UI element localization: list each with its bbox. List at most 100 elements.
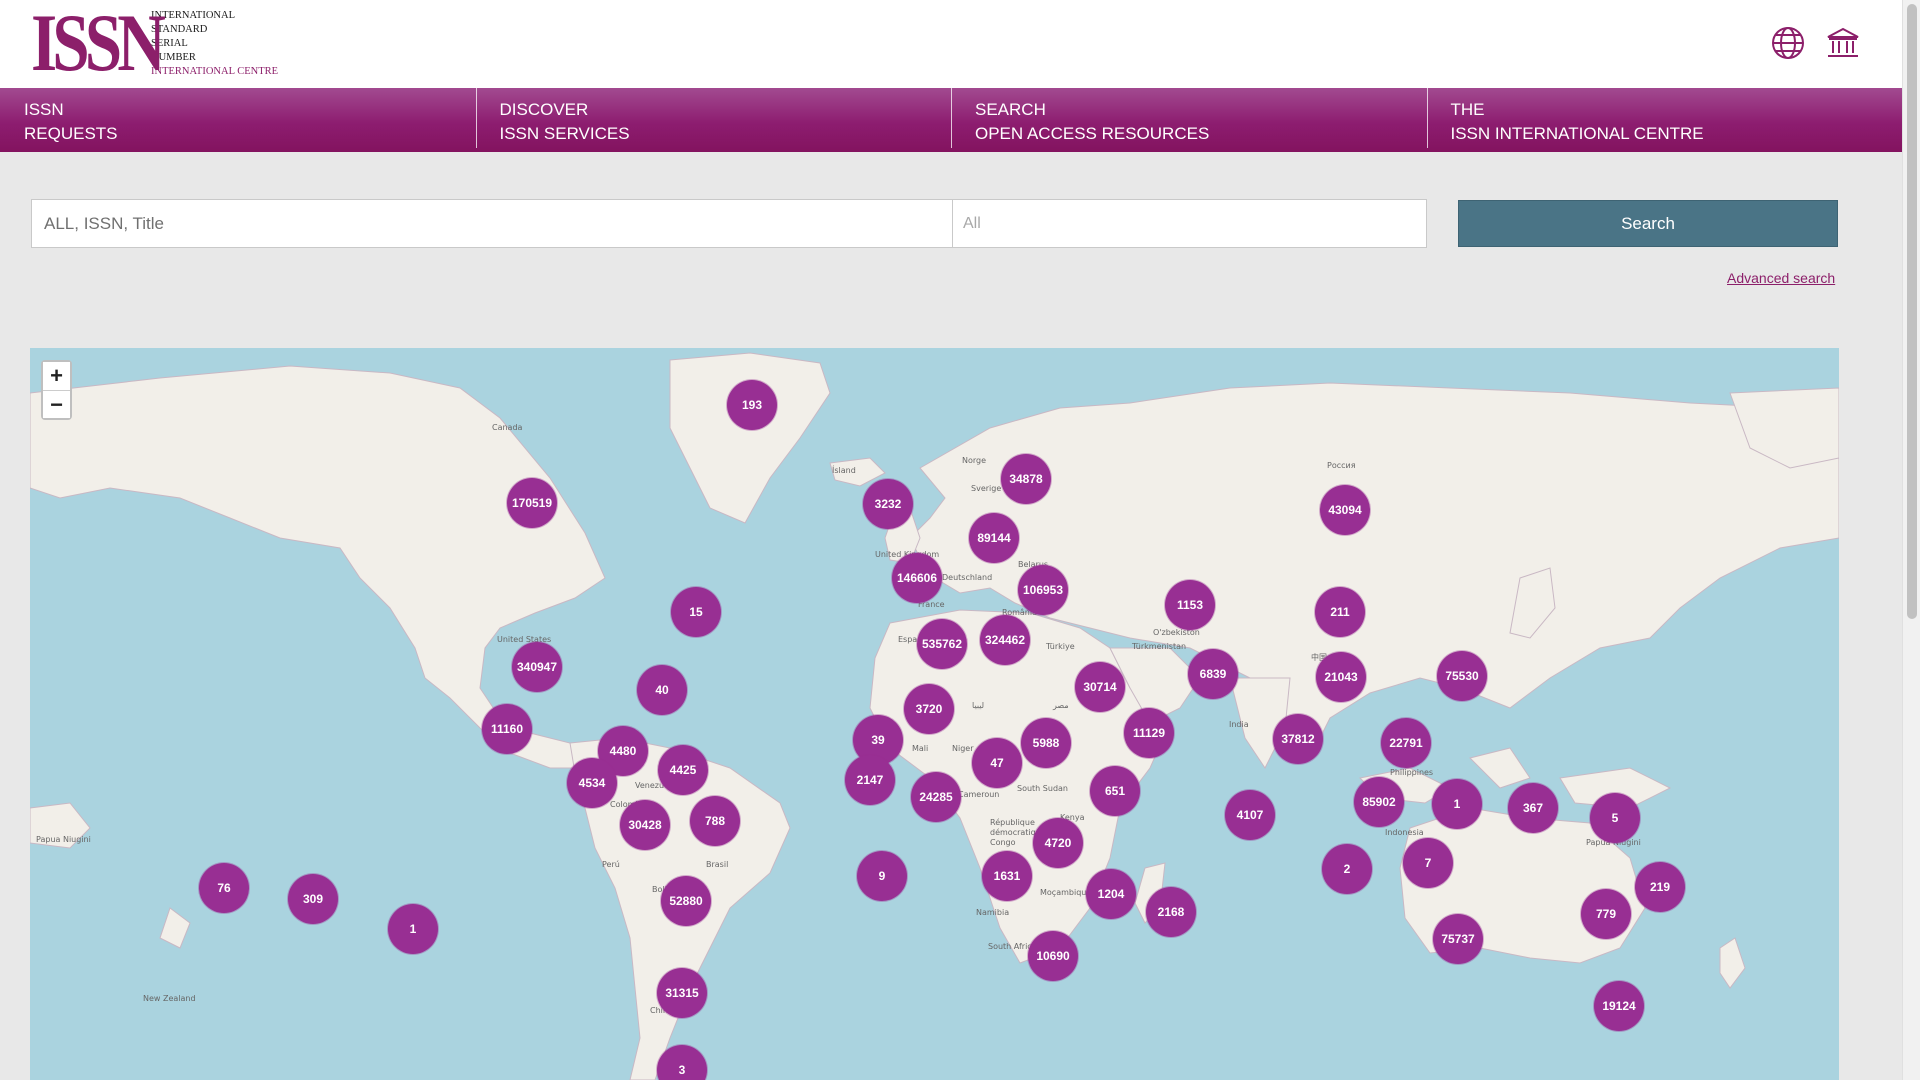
map-cluster-marker[interactable]: 22791 [1381, 718, 1431, 768]
map-cluster-marker[interactable]: 76 [199, 863, 249, 913]
map-cluster-marker[interactable]: 2 [1322, 844, 1372, 894]
map-cluster-marker[interactable]: 219 [1635, 862, 1685, 912]
map-cluster-marker[interactable]: 651 [1090, 766, 1140, 816]
zoom-in-button[interactable]: + [43, 362, 70, 390]
map-label: Россия [1327, 461, 1356, 470]
map-cluster-marker[interactable]: 788 [690, 796, 740, 846]
map-cluster-marker[interactable]: 193 [727, 380, 777, 430]
scrollbar-thumb[interactable] [1907, 4, 1917, 619]
institution-icon[interactable] [1826, 26, 1860, 60]
map-cluster-marker[interactable]: 31315 [657, 968, 707, 1018]
logo-text: INTERNATIONAL STANDARD SERIAL NUMBER INT… [151, 9, 278, 79]
map-label: Mali [912, 744, 929, 753]
logo-mark: ISSN [31, 0, 166, 88]
map-cluster-marker[interactable]: 34878 [1001, 454, 1051, 504]
map-cluster-marker[interactable]: 9 [857, 851, 907, 901]
map-label: Philippines [1390, 768, 1434, 777]
map-cluster-marker[interactable]: 15 [671, 587, 721, 637]
map-cluster-marker[interactable]: 1153 [1165, 580, 1215, 630]
map-cluster-marker[interactable]: 5988 [1021, 718, 1071, 768]
map-label: Moçambique [1040, 888, 1092, 897]
logo-line: INTERNATIONAL [151, 10, 235, 21]
map-label: Canada [492, 423, 523, 432]
map-label: Namibia [976, 908, 1010, 917]
nav-label: SEARCH [975, 100, 1046, 119]
map-cluster-marker[interactable]: 340947 [512, 642, 562, 692]
map-cluster-marker[interactable]: 5 [1590, 793, 1640, 843]
map-cluster-marker[interactable]: 2147 [845, 755, 895, 805]
map-cluster-marker[interactable]: 535762 [917, 619, 967, 669]
nav-label: REQUESTS [24, 124, 118, 143]
nav-discover-services[interactable]: DISCOVER ISSN SERVICES [475, 88, 952, 152]
map-cluster-marker[interactable]: 4425 [658, 745, 708, 795]
map-cluster-marker[interactable]: 52880 [661, 876, 711, 926]
map-cluster-marker[interactable]: 85902 [1354, 777, 1404, 827]
map-cluster-marker[interactable]: 47 [972, 738, 1022, 788]
nav-label: DISCOVER [499, 100, 589, 119]
map-cluster-marker[interactable]: 1 [1432, 779, 1482, 829]
map-label: Deutschland [942, 573, 993, 582]
map-cluster-marker[interactable]: 75530 [1437, 651, 1487, 701]
map-label: New Zealand [143, 994, 196, 1003]
search-filter-field[interactable] [953, 200, 1426, 247]
map-label: Ísland [832, 466, 856, 475]
logo-line: NUMBER [151, 52, 196, 63]
map-cluster-marker[interactable]: 6839 [1188, 649, 1238, 699]
map-cluster-marker[interactable]: 19124 [1594, 981, 1644, 1031]
logo-line-accent: INTERNATIONAL CENTRE [151, 66, 279, 77]
issn-logo[interactable]: ISSN INTERNATIONAL STANDARD SERIAL NUMBE… [31, 0, 278, 88]
zoom-out-button[interactable]: − [43, 390, 70, 418]
logo-line: SERIAL [151, 38, 188, 49]
map-cluster-marker[interactable]: 1204 [1086, 869, 1136, 919]
map-cluster-marker[interactable]: 146606 [892, 553, 942, 603]
map-cluster-marker[interactable]: 40 [637, 665, 687, 715]
map-cluster-marker[interactable]: 3720 [904, 684, 954, 734]
map-cluster-marker[interactable]: 11129 [1124, 708, 1174, 758]
map-cluster-marker[interactable]: 211 [1315, 587, 1365, 637]
map-cluster-marker[interactable]: 170519 [507, 478, 557, 528]
map-cluster-marker[interactable]: 7 [1403, 838, 1453, 888]
map-cluster-marker[interactable]: 4107 [1225, 790, 1275, 840]
map-cluster-marker[interactable]: 4534 [567, 758, 617, 808]
zoom-control: + − [41, 360, 72, 420]
nav-search-open-access[interactable]: SEARCH OPEN ACCESS RESOURCES [951, 88, 1427, 152]
search-bar [31, 199, 1427, 248]
search-input[interactable] [32, 200, 953, 247]
map-label: Türkmenistan [1132, 642, 1187, 651]
map-cluster-marker[interactable]: 779 [1581, 889, 1631, 939]
map-label: Sverige [971, 484, 1002, 493]
map-cluster-marker[interactable]: 1 [388, 904, 438, 954]
nav-label: ISSN [24, 100, 64, 119]
map-cluster-marker[interactable]: 3232 [863, 479, 913, 529]
map-label: Papua Niugini [36, 835, 91, 844]
vertical-scrollbar[interactable] [1902, 0, 1920, 1080]
map-cluster-marker[interactable]: 24285 [911, 772, 961, 822]
search-button[interactable]: Search [1458, 200, 1838, 247]
nav-label: ISSN SERVICES [499, 124, 630, 143]
globe-icon[interactable] [1771, 26, 1805, 60]
map-cluster-marker[interactable]: 324462 [980, 615, 1030, 665]
map-cluster-marker[interactable]: 37812 [1273, 714, 1323, 764]
map-cluster-marker[interactable]: 367 [1508, 783, 1558, 833]
nav-issn-requests[interactable]: ISSN REQUESTS [0, 88, 476, 152]
world-map[interactable]: + − Canada Ísland Norge Sverige Россия U… [30, 348, 1839, 1080]
nav-international-centre[interactable]: THE ISSN INTERNATIONAL CENTRE [1426, 88, 1903, 152]
map-cluster-marker[interactable]: 21043 [1316, 652, 1366, 702]
advanced-search-link[interactable]: Advanced search [1727, 270, 1835, 286]
map-label: مصر [1053, 701, 1069, 710]
map-cluster-marker[interactable]: 89144 [969, 513, 1019, 563]
map-cluster-marker[interactable]: 106953 [1018, 565, 1068, 615]
map-cluster-marker[interactable]: 43094 [1320, 485, 1370, 535]
map-cluster-marker[interactable]: 30714 [1075, 662, 1125, 712]
map-cluster-marker[interactable]: 11160 [482, 704, 532, 754]
map-cluster-marker[interactable]: 75737 [1433, 914, 1483, 964]
map-cluster-marker[interactable]: 2168 [1146, 887, 1196, 937]
map-cluster-marker[interactable]: 10690 [1028, 931, 1078, 981]
map-cluster-marker[interactable]: 1631 [982, 851, 1032, 901]
logo-line: STANDARD [151, 24, 208, 35]
map-cluster-marker[interactable]: 30428 [620, 800, 670, 850]
map-cluster-marker[interactable]: 309 [288, 874, 338, 924]
map-label: Cameroun [958, 790, 1000, 799]
map-cluster-marker[interactable]: 4720 [1033, 818, 1083, 868]
map-label: South Sudan [1017, 784, 1068, 793]
